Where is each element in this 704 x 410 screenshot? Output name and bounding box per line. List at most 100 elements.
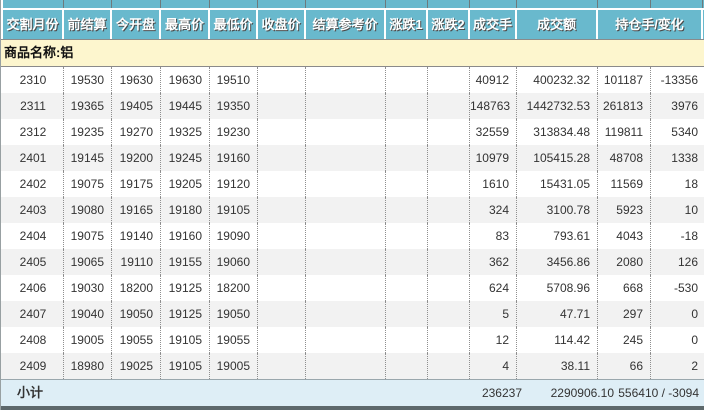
cell-turnover: 38.11 bbox=[517, 353, 598, 379]
cell-open: 19630 bbox=[112, 67, 161, 93]
column-header-settle-ref[interactable]: 结算参考价 bbox=[306, 10, 386, 39]
table-row[interactable]: 2311 19365 19405 19445 19350 148763 1442732.53… bbox=[1, 93, 704, 119]
top-strip-cell bbox=[258, 0, 306, 8]
futures-quote-window: 交割月份 前结算 今开盘 最高价 最低价 收盘价 结算参考价 涨跌1 涨跌2 成… bbox=[0, 0, 704, 410]
column-header-turnover[interactable]: 成交额 bbox=[517, 10, 598, 39]
column-header-low[interactable]: 最低价 bbox=[210, 10, 258, 39]
table-row[interactable]: 2402 19075 19175 19205 19120 1610 15431.05 1156… bbox=[1, 171, 704, 197]
column-header-open[interactable]: 今开盘 bbox=[112, 10, 161, 39]
column-header-open-interest-change[interactable]: 持仓手/变化 bbox=[598, 10, 703, 39]
table-row[interactable]: 2401 19145 19200 19245 19160 10979 105415.28 48… bbox=[1, 145, 704, 171]
cell-change1 bbox=[386, 119, 428, 145]
cell-high: 19155 bbox=[161, 249, 210, 275]
subtotal-oi-change: 556410 / -3094 bbox=[618, 386, 699, 400]
column-header-change2[interactable]: 涨跌2 bbox=[428, 10, 470, 39]
cell-settle-ref bbox=[306, 119, 386, 145]
cell-oi-change: 126 bbox=[677, 255, 698, 269]
table-row[interactable]: 2408 19005 19055 19105 19055 12 114.42 245 0 bbox=[1, 327, 704, 353]
cell-volume: 40912 bbox=[470, 67, 517, 93]
cell-high: 19325 bbox=[161, 119, 210, 145]
cell-prev-settle: 19005 bbox=[64, 327, 112, 353]
cell-close bbox=[258, 93, 306, 119]
cell-open-interest: 11569 bbox=[598, 171, 651, 197]
cell-low: 18200 bbox=[210, 275, 258, 301]
cell-open-interest: 66 bbox=[598, 353, 651, 379]
cell-month: 2312 bbox=[3, 119, 64, 145]
top-strip-cell bbox=[210, 0, 258, 8]
cell-prev-settle: 19075 bbox=[64, 223, 112, 249]
table-row[interactable]: 2407 19040 19050 19125 19050 5 47.71 297 0 bbox=[1, 301, 704, 327]
table-row[interactable]: 2310 19530 19630 19630 19510 40912 400232.32 10… bbox=[1, 67, 704, 93]
top-strip-cell bbox=[598, 0, 651, 8]
cell-close bbox=[258, 197, 306, 223]
cell-prev-settle: 19365 bbox=[64, 93, 112, 119]
cell-change2 bbox=[428, 327, 470, 353]
cell-month: 2405 bbox=[3, 249, 64, 275]
table-row[interactable]: 2409 18980 19025 19105 19005 4 38.11 66 2 bbox=[1, 353, 704, 379]
cell-turnover: 400232.32 bbox=[517, 67, 598, 93]
cell-high: 19180 bbox=[161, 197, 210, 223]
cell-month: 2406 bbox=[3, 275, 64, 301]
cell-high: 19105 bbox=[161, 327, 210, 353]
cell-turnover: 1442732.53 bbox=[517, 93, 598, 119]
cell-open-interest: 101187 bbox=[598, 67, 651, 93]
cell-change1 bbox=[386, 301, 428, 327]
cell-turnover: 313834.48 bbox=[517, 119, 598, 145]
cell-prev-settle: 19080 bbox=[64, 197, 112, 223]
cell-turnover: 3456.86 bbox=[517, 249, 598, 275]
column-header-month[interactable]: 交割月份 bbox=[3, 10, 64, 39]
cell-low: 19105 bbox=[210, 197, 258, 223]
cell-volume: 1610 bbox=[470, 171, 517, 197]
subtotal-volume: 236237 bbox=[481, 386, 522, 400]
table-row[interactable]: 2405 19065 19110 19155 19060 362 3456.86 2080 12… bbox=[1, 249, 704, 275]
table-row[interactable]: 2403 19080 19165 19180 19105 324 3100.78 5923 10 bbox=[1, 197, 704, 223]
cell-low: 19160 bbox=[210, 145, 258, 171]
table-row[interactable]: 2312 19235 19270 19325 19230 32559 313834.48 11… bbox=[1, 119, 704, 145]
cell-settle-ref bbox=[306, 171, 386, 197]
cell-high: 19160 bbox=[161, 223, 210, 249]
window-bottom-border bbox=[1, 406, 704, 410]
top-strip-cell bbox=[306, 0, 386, 8]
column-header-prev-settle[interactable]: 前结算 bbox=[64, 10, 112, 39]
cell-open-interest: 5923 bbox=[598, 197, 651, 223]
column-header-close[interactable]: 收盘价 bbox=[258, 10, 306, 39]
cell-prev-settle: 19235 bbox=[64, 119, 112, 145]
cell-month: 2311 bbox=[3, 93, 64, 119]
table-header: 交割月份 前结算 今开盘 最高价 最低价 收盘价 结算参考价 涨跌1 涨跌2 成… bbox=[1, 10, 704, 40]
column-header-high[interactable]: 最高价 bbox=[161, 10, 210, 39]
cell-low: 19005 bbox=[210, 353, 258, 379]
cell-volume: 5 bbox=[470, 301, 517, 327]
cell-open-interest: 48708 bbox=[598, 145, 651, 171]
cell-settle-ref bbox=[306, 67, 386, 93]
top-strip-cell bbox=[470, 0, 517, 8]
cell-high: 19205 bbox=[161, 171, 210, 197]
cell-open: 19110 bbox=[112, 249, 161, 275]
cell-high: 19245 bbox=[161, 145, 210, 171]
column-header-change1[interactable]: 涨跌1 bbox=[386, 10, 428, 39]
subtotal-turnover: 2290906.10 bbox=[550, 386, 614, 400]
table-row[interactable]: 2406 19030 18200 19125 18200 624 5708.96 668 -53… bbox=[1, 275, 704, 301]
cell-open: 19025 bbox=[112, 353, 161, 379]
commodity-group-row[interactable]: 商品名称:铝 bbox=[1, 40, 704, 67]
column-header-volume[interactable]: 成交手 bbox=[470, 10, 517, 39]
top-strip-cell bbox=[517, 0, 598, 8]
cell-oi-change: -530 bbox=[673, 281, 698, 295]
cell-low: 19230 bbox=[210, 119, 258, 145]
cell-open-interest: 2080 bbox=[598, 249, 651, 275]
cell-settle-ref bbox=[306, 93, 386, 119]
cell-prev-settle: 19040 bbox=[64, 301, 112, 327]
cell-change1 bbox=[386, 93, 428, 119]
cell-change1 bbox=[386, 353, 428, 379]
cell-oi-change: 5340 bbox=[671, 125, 698, 139]
cell-change1 bbox=[386, 171, 428, 197]
cell-change1 bbox=[386, 197, 428, 223]
top-strip-cell bbox=[161, 0, 210, 8]
cell-open: 19165 bbox=[112, 197, 161, 223]
cell-open: 19175 bbox=[112, 171, 161, 197]
cell-open-interest: 119811 bbox=[598, 119, 651, 145]
top-strip-cell bbox=[3, 0, 64, 8]
cell-turnover: 105415.28 bbox=[517, 145, 598, 171]
cell-month: 2408 bbox=[3, 327, 64, 353]
cell-open: 19405 bbox=[112, 93, 161, 119]
table-row[interactable]: 2404 19075 19140 19160 19090 83 793.61 4043 -18 bbox=[1, 223, 704, 249]
